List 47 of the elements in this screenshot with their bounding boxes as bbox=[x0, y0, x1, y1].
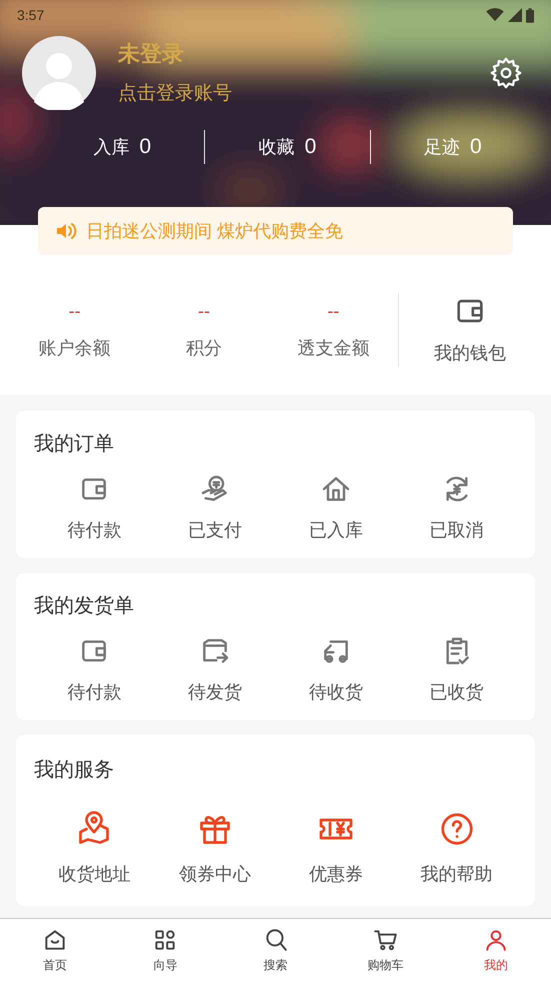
counter[interactable]: 足迹 0 bbox=[370, 131, 535, 163]
stat-label: 透支金额 bbox=[297, 336, 370, 360]
status-time: 3:57 bbox=[17, 6, 44, 24]
tab-bar-item[interactable]: 购物车 bbox=[330, 919, 441, 981]
section-title: 我的服务 bbox=[34, 758, 115, 783]
counter[interactable]: 收藏 0 bbox=[205, 131, 370, 163]
settings-button[interactable] bbox=[489, 56, 523, 90]
menu-item[interactable]: 待收货 bbox=[276, 635, 396, 706]
avatar[interactable] bbox=[22, 36, 96, 110]
stat-label: 账户余额 bbox=[38, 336, 111, 360]
menu-item[interactable]: 已支付 bbox=[154, 473, 276, 544]
section-title: 我的发货单 bbox=[34, 594, 135, 619]
signal-icon bbox=[508, 8, 522, 22]
counter[interactable]: 入库 0 bbox=[40, 131, 204, 163]
stat-label: 积分 bbox=[186, 336, 222, 360]
stat-value: -- bbox=[327, 300, 340, 322]
menu-item[interactable]: 已入库 bbox=[276, 473, 396, 544]
menu-item[interactable]: 已取消 bbox=[396, 473, 517, 544]
stat-value: -- bbox=[198, 300, 210, 322]
tab-bar-item[interactable]: 搜索 bbox=[220, 919, 331, 981]
stat-value: -- bbox=[68, 300, 81, 322]
menu-item[interactable]: 优惠券 bbox=[276, 811, 396, 888]
counter-value: 0 bbox=[304, 134, 316, 160]
battery-icon bbox=[526, 8, 534, 22]
menu-item[interactable]: 已收货 bbox=[396, 635, 517, 706]
counter-label: 足迹 bbox=[424, 136, 460, 158]
counter-value: 0 bbox=[470, 134, 482, 160]
tab-bar-item[interactable]: 首页 bbox=[0, 919, 110, 981]
menu-item[interactable]: 待付款 bbox=[34, 473, 155, 544]
notice-text: 日拍迷公测期间 煤炉代购费全免 bbox=[86, 220, 344, 242]
wifi-icon bbox=[486, 8, 504, 22]
menu-item[interactable]: 领券中心 bbox=[154, 811, 276, 888]
menu-item[interactable]: 待发货 bbox=[154, 635, 276, 706]
login-link[interactable]: 点击登录账号 bbox=[118, 80, 489, 109]
menu-item[interactable]: 我的帮助 bbox=[396, 811, 517, 888]
wallet-link[interactable]: 我的钱包 bbox=[398, 294, 541, 366]
menu-item[interactable]: 待付款 bbox=[34, 635, 155, 706]
counter-value: 0 bbox=[139, 134, 151, 160]
settings-icon bbox=[489, 56, 523, 90]
menu-item[interactable]: 收货地址 bbox=[34, 811, 155, 888]
counter-label: 收藏 bbox=[258, 136, 295, 158]
tab-bar-item[interactable]: 向导 bbox=[110, 919, 220, 981]
profile-name: 未登录 bbox=[118, 40, 185, 68]
tab-bar-item[interactable]: 我的 bbox=[440, 919, 551, 981]
section-title: 我的订单 bbox=[34, 432, 115, 457]
help-icon bbox=[438, 811, 475, 847]
counter-label: 入库 bbox=[93, 136, 130, 158]
